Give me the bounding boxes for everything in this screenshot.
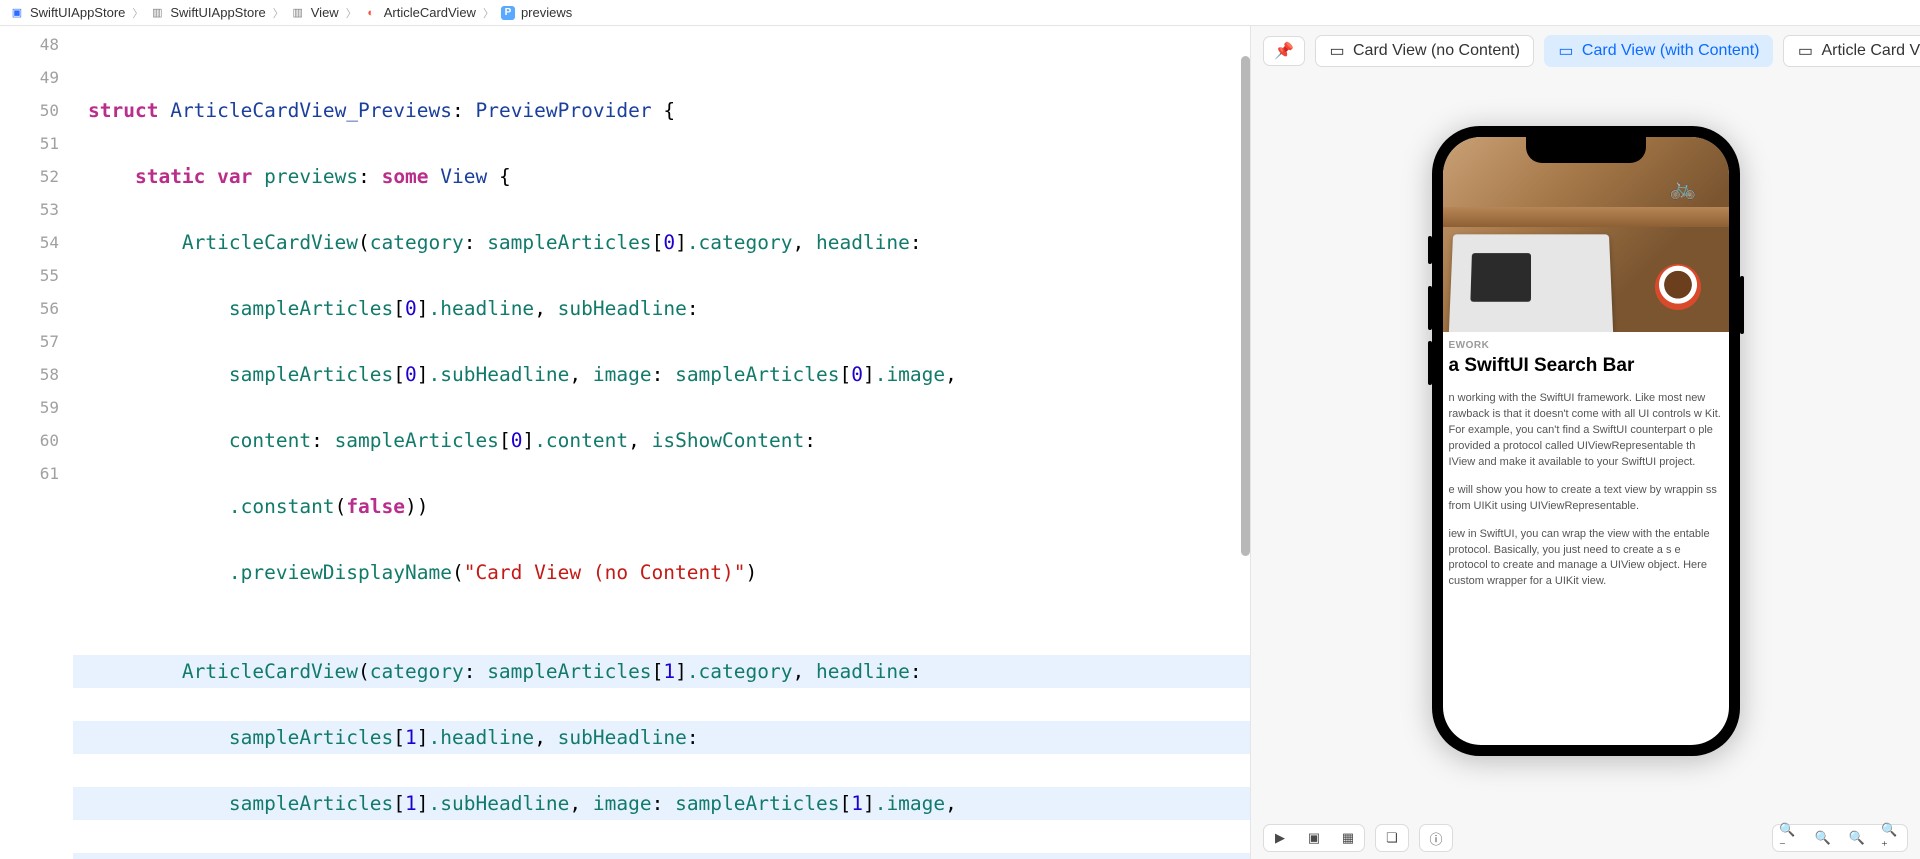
breadcrumb-label: SwiftUIAppStore	[30, 5, 125, 20]
breadcrumb-item-file[interactable]: ◐ ArticleCardView	[364, 5, 476, 20]
line-gutter: 48 49 50 51 52 53 54 55 56 57 58 59 60	[0, 26, 73, 859]
device-toggle-icon: ❏	[1382, 829, 1402, 847]
preview-canvas[interactable]: 🚲 EWORK a SwiftUI Search Bar n working w…	[1251, 76, 1920, 817]
breadcrumb-item-symbol[interactable]: P previews	[501, 5, 572, 20]
zoom-reset-icon[interactable]: 🔍	[1813, 829, 1833, 847]
article-title: a SwiftUI Search Bar	[1449, 355, 1723, 377]
device-side-button	[1428, 286, 1432, 330]
preview-tab-article-card[interactable]: ▭ Article Card Vie	[1783, 35, 1920, 67]
zoom-fit-icon[interactable]: 🔍	[1847, 829, 1867, 847]
selectable-icon[interactable]: ▣	[1304, 829, 1324, 847]
preview-bottom-toolbar: ▶ ▣ ▦ ❏ ⓘ 🔍⁻ 🔍 🔍 🔍⁺	[1251, 817, 1920, 859]
chevron-right-icon: 〉	[346, 5, 357, 21]
breadcrumb-label: View	[311, 5, 339, 20]
swift-icon: ◐	[364, 6, 378, 20]
breadcrumb-item-project[interactable]: ▣ SwiftUIAppStore	[10, 5, 125, 20]
breadcrumb-label: previews	[521, 5, 572, 20]
folder-icon: ▥	[150, 6, 164, 20]
code-editor[interactable]: struct ArticleCardView_Previews: Preview…	[73, 26, 1250, 859]
info-icon: ⓘ	[1426, 829, 1446, 847]
device-mock-iphone: 🚲 EWORK a SwiftUI Search Bar n working w…	[1432, 126, 1740, 756]
breadcrumb-item-folder-2[interactable]: ▥ View	[291, 5, 339, 20]
article-paragraph: n working with the SwiftUI framework. Li…	[1449, 391, 1723, 471]
preview-tab-label: Card View (no Content)	[1353, 42, 1520, 60]
preview-settings-button[interactable]: ⓘ	[1419, 824, 1453, 852]
device-screen: 🚲 EWORK a SwiftUI Search Bar n working w…	[1443, 137, 1729, 745]
chevron-right-icon: 〉	[273, 5, 284, 21]
article-category: EWORK	[1449, 340, 1723, 351]
preview-tab-bar: 📌 ▭ Card View (no Content) ▭ Card View (…	[1251, 26, 1920, 76]
zoom-in-icon[interactable]: 🔍⁺	[1881, 829, 1901, 847]
device-side-button	[1428, 341, 1432, 385]
article-paragraph: iew in SwiftUI, you can wrap the view wi…	[1449, 527, 1723, 591]
preview-tab-label: Article Card Vie	[1821, 42, 1920, 60]
zoom-out-icon[interactable]: 🔍⁻	[1779, 829, 1799, 847]
breadcrumb-label: SwiftUIAppStore	[170, 5, 265, 20]
device-side-button	[1740, 276, 1744, 334]
preview-tab-with-content[interactable]: ▭ Card View (with Content)	[1544, 35, 1774, 67]
preview-tab-label: Card View (with Content)	[1582, 42, 1760, 60]
zoom-group: 🔍⁻ 🔍 🔍 🔍⁺	[1772, 824, 1908, 852]
article-paragraph: e will show you how to create a text vie…	[1449, 483, 1723, 515]
breadcrumb-item-folder-1[interactable]: ▥ SwiftUIAppStore	[150, 5, 265, 20]
preview-mode-group: ▶ ▣ ▦	[1263, 824, 1365, 852]
bike-icon: 🚲	[1669, 175, 1696, 201]
editor-scrollbar[interactable]	[1241, 56, 1250, 556]
chevron-right-icon: 〉	[132, 5, 143, 21]
pin-icon: 📌	[1276, 43, 1292, 59]
pin-preview-button[interactable]: 📌	[1263, 36, 1305, 66]
editor-pane[interactable]: 48 49 50 51 52 53 54 55 56 57 58 59 60	[0, 26, 1250, 859]
variants-icon[interactable]: ▦	[1338, 829, 1358, 847]
chevron-right-icon: 〉	[483, 5, 494, 21]
card-icon: ▭	[1329, 43, 1345, 59]
folder-icon: ▥	[291, 6, 305, 20]
preview-tab-no-content[interactable]: ▭ Card View (no Content)	[1315, 35, 1534, 67]
play-icon[interactable]: ▶	[1270, 829, 1290, 847]
card-icon: ▭	[1797, 43, 1813, 59]
device-settings-button[interactable]: ❏	[1375, 824, 1409, 852]
app-icon: ▣	[10, 6, 24, 20]
device-side-button	[1428, 236, 1432, 264]
property-icon: P	[501, 6, 515, 20]
breadcrumb: ▣ SwiftUIAppStore 〉 ▥ SwiftUIAppStore 〉 …	[0, 0, 1920, 26]
device-notch	[1526, 137, 1646, 163]
preview-pane: 📌 ▭ Card View (no Content) ▭ Card View (…	[1250, 26, 1920, 859]
card-icon: ▭	[1558, 43, 1574, 59]
main-split: 48 49 50 51 52 53 54 55 56 57 58 59 60	[0, 26, 1920, 859]
article-card-body: EWORK a SwiftUI Search Bar n working wit…	[1443, 332, 1729, 590]
breadcrumb-label: ArticleCardView	[384, 5, 476, 20]
article-hero-image: 🚲	[1443, 137, 1729, 332]
